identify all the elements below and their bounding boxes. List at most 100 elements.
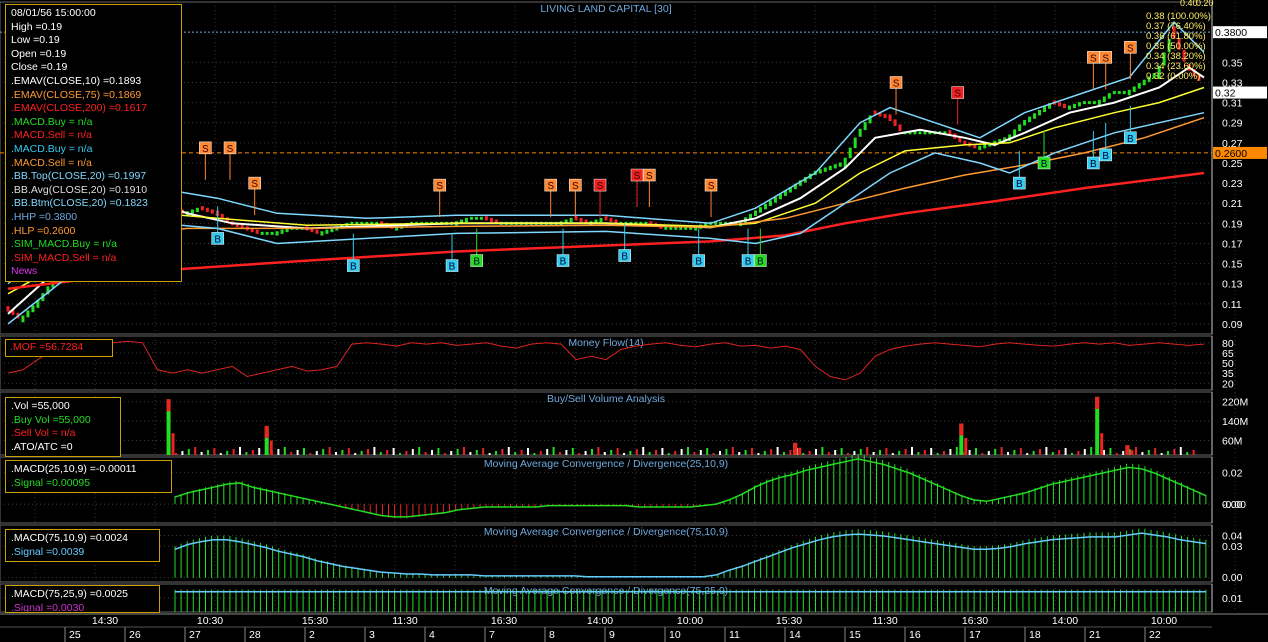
candle bbox=[315, 229, 319, 234]
legend-low: Low =0.19 bbox=[11, 34, 60, 47]
buy-marker-label: B bbox=[1016, 179, 1023, 190]
legend-hlp: .HLP =0.2600 bbox=[11, 224, 76, 237]
legend-high: High =0.19 bbox=[11, 20, 63, 33]
x-time-label: 10:00 bbox=[677, 615, 703, 627]
volume-bar bbox=[699, 450, 702, 455]
volume-bar bbox=[693, 452, 696, 455]
volume-bar bbox=[827, 452, 830, 455]
legend-bb-top: .BB.Top(CLOSE,20) =0.1997 bbox=[11, 170, 147, 183]
volume-bar bbox=[322, 449, 325, 455]
volume-bar bbox=[840, 448, 843, 455]
volume-bar bbox=[859, 449, 862, 455]
y-tick-label: 0.15 bbox=[1222, 259, 1243, 271]
candle bbox=[469, 216, 473, 220]
volume-bar bbox=[642, 447, 645, 455]
candle bbox=[265, 231, 269, 235]
volume-bar bbox=[1179, 447, 1182, 455]
volume-bar bbox=[789, 450, 792, 455]
buy-marker-label: B bbox=[1041, 159, 1048, 170]
volume-bar bbox=[712, 453, 715, 455]
volume-bar bbox=[834, 450, 837, 455]
candle bbox=[604, 216, 608, 221]
volume-bar bbox=[527, 448, 529, 455]
volume-bar bbox=[949, 449, 952, 455]
y-tick-label: 60M bbox=[1222, 435, 1242, 447]
legend-macd-sell-2: .MACD.Sell = n/a bbox=[11, 156, 92, 169]
x-time-label: 15:30 bbox=[776, 615, 802, 627]
volume-bar bbox=[1077, 451, 1080, 455]
candle bbox=[1132, 86, 1136, 92]
candle bbox=[1122, 91, 1126, 95]
legend-macd-25-10-9: .MACD(25,10,9) =-0.00011 .Signal =0.0009… bbox=[5, 460, 172, 494]
candle bbox=[828, 165, 832, 171]
volume-bar bbox=[354, 453, 357, 455]
legend-buy-vol: .Buy Vol =55,000 bbox=[11, 413, 91, 426]
volume-bar bbox=[360, 451, 363, 455]
x-date-label: 22 bbox=[1149, 629, 1161, 641]
y-tick-label: 0.09 bbox=[1222, 319, 1243, 331]
legend-macd-75-25-9: .MACD(75,25,9) =0.0025 .Signal =0.0030 bbox=[5, 585, 160, 613]
volume-bar bbox=[463, 447, 465, 455]
volume-bar bbox=[891, 453, 894, 455]
candle bbox=[325, 229, 329, 234]
sell-marker-label: S bbox=[708, 181, 715, 192]
fib-label: 0.20 bbox=[1196, 0, 1214, 8]
volume-bar bbox=[603, 452, 606, 455]
legend-ema10: .EMAV(CLOSE,10) =0.1893 bbox=[11, 74, 142, 87]
candle bbox=[200, 206, 204, 211]
volume-bar bbox=[661, 448, 664, 455]
volume-bar bbox=[1115, 453, 1118, 455]
buy-marker-label: B bbox=[473, 257, 480, 268]
sell-marker-label: S bbox=[1090, 53, 1097, 64]
volume-bar bbox=[495, 451, 497, 455]
candle bbox=[1077, 102, 1081, 107]
legend-hhp: .HHP =0.3800 bbox=[11, 210, 78, 223]
volume-bar bbox=[226, 451, 229, 455]
sell-marker-label: S bbox=[634, 171, 641, 182]
candle bbox=[609, 217, 613, 223]
volume-sell-bar bbox=[964, 438, 968, 455]
volume-bar bbox=[219, 453, 222, 455]
volume-bar bbox=[629, 451, 632, 455]
fib-label: 0.40 bbox=[1180, 0, 1198, 8]
candle bbox=[474, 216, 478, 220]
candle bbox=[763, 203, 767, 210]
candle bbox=[1057, 102, 1061, 107]
panel-title-macd3: Moving Average Convergence / Divergence(… bbox=[484, 585, 728, 597]
volume-bar bbox=[1083, 449, 1086, 455]
volume-bar bbox=[507, 447, 510, 455]
fib-label: 0.32 (0.00%) bbox=[1146, 71, 1200, 82]
x-time-label: 15:30 bbox=[302, 615, 328, 627]
candle bbox=[479, 216, 483, 220]
volume-sell-bar bbox=[171, 433, 175, 455]
candle bbox=[1028, 116, 1032, 123]
volume-bar bbox=[904, 449, 907, 455]
legend-date: 08/01/56 15:00:00 bbox=[11, 7, 96, 19]
volume-bar bbox=[207, 450, 209, 455]
candle bbox=[6, 306, 10, 312]
legend-sim-buy: .SIM_MACD.Buy = n/a bbox=[11, 238, 117, 251]
candle bbox=[270, 231, 274, 235]
volume-bar bbox=[213, 448, 216, 455]
volume-bar bbox=[783, 452, 785, 455]
sell-marker-label: S bbox=[954, 89, 961, 100]
legend-vol: .Vol =55,000 bbox=[11, 400, 70, 412]
candle bbox=[26, 310, 30, 318]
volume-bar bbox=[981, 453, 984, 455]
x-time-label: 10:00 bbox=[1151, 615, 1177, 627]
x-date-label: 9 bbox=[609, 629, 615, 641]
volume-bar bbox=[917, 452, 920, 455]
legend-bb-avg: .BB.Avg(CLOSE,20) =0.1910 bbox=[11, 183, 148, 196]
legend-volume: .Vol =55,000 .Buy Vol =55,000 .Sell Vol … bbox=[5, 397, 121, 458]
volume-bar bbox=[424, 452, 427, 455]
sell-marker-label: S bbox=[436, 181, 443, 192]
candle bbox=[1082, 101, 1086, 105]
candle bbox=[31, 305, 35, 313]
volume-bar bbox=[1032, 451, 1035, 455]
volume-bar bbox=[1192, 450, 1195, 455]
volume-bar bbox=[655, 450, 657, 455]
volume-sell-bar bbox=[793, 442, 798, 455]
volume-bar bbox=[341, 450, 344, 455]
candle bbox=[579, 217, 583, 223]
volume-bar bbox=[597, 447, 600, 455]
